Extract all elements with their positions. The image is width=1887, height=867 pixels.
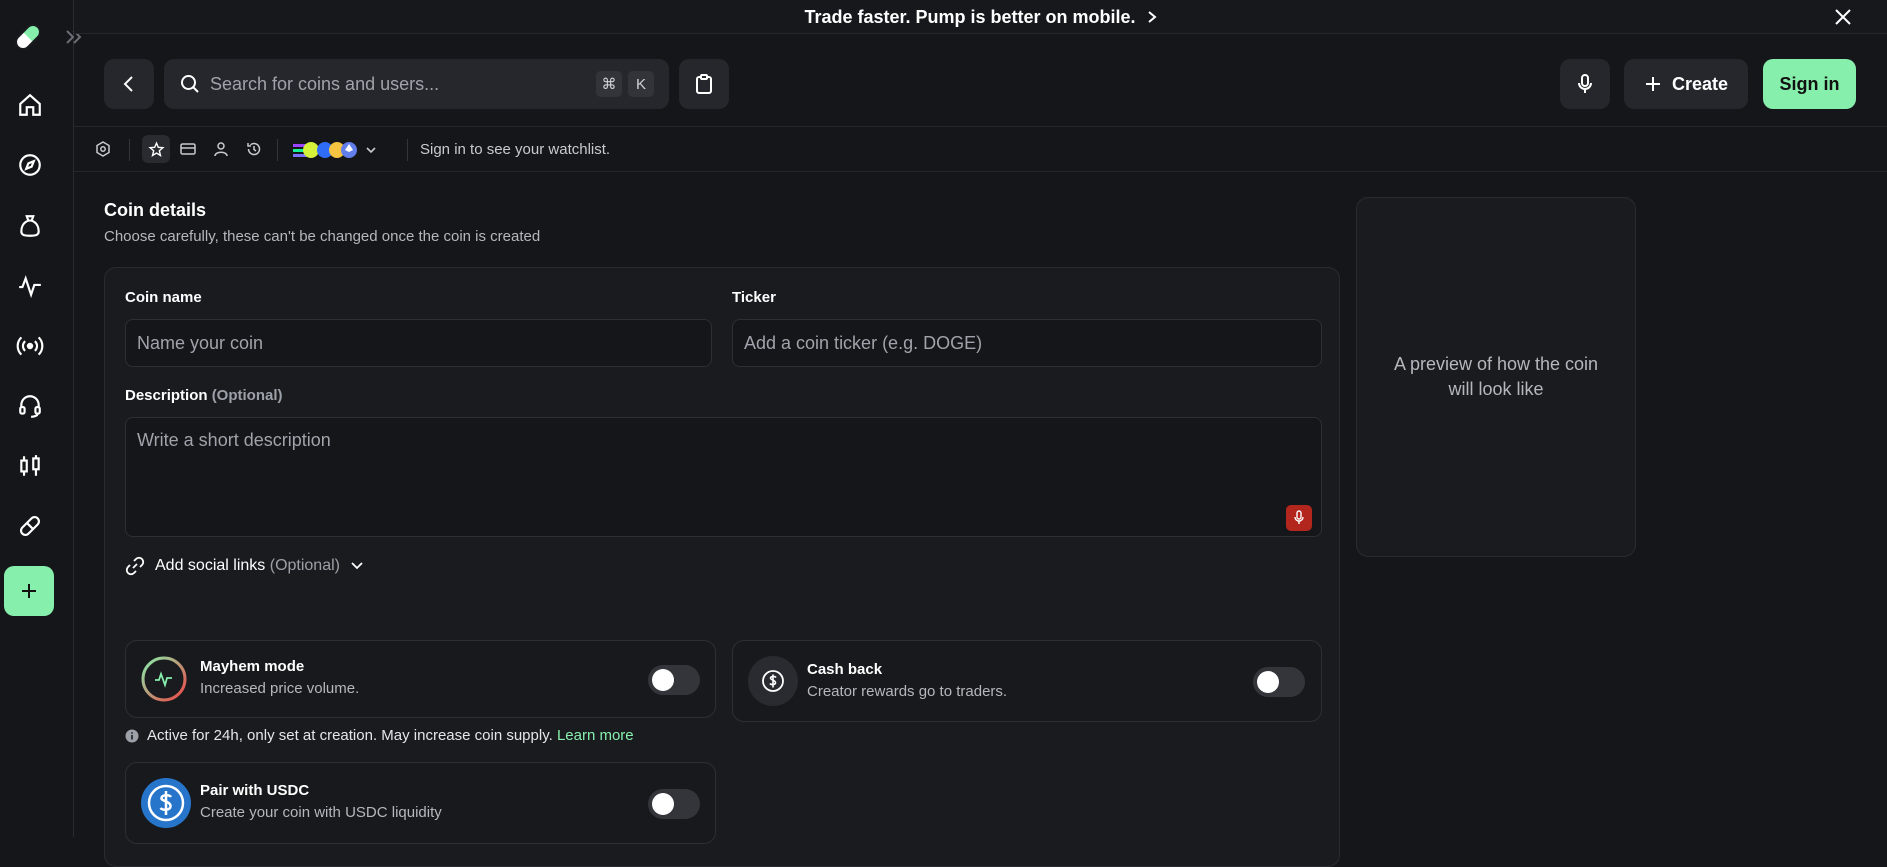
toggle-knob	[652, 669, 674, 691]
info-icon	[125, 729, 139, 742]
search-icon	[180, 74, 200, 99]
main-content: Coin details Choose carefully, these can…	[74, 172, 1887, 867]
optional-tag: (Optional)	[211, 387, 283, 404]
close-icon[interactable]	[1833, 7, 1853, 27]
cash-back-toggle[interactable]	[1253, 667, 1305, 697]
broadcast-icon[interactable]	[14, 330, 46, 362]
description-label: Description (Optional)	[125, 387, 283, 404]
search-input[interactable]	[210, 73, 570, 95]
mayhem-description: Increased price volume.	[200, 680, 360, 697]
mobile-banner[interactable]: Trade faster. Pump is better on mobile.	[74, 0, 1887, 34]
mayhem-icon	[141, 656, 187, 702]
chain-logos-icon	[293, 142, 376, 158]
headset-icon[interactable]	[14, 390, 46, 422]
sign-in-button[interactable]: Sign in	[1763, 59, 1856, 109]
watchlist-message: Sign in to see your watchlist.	[420, 141, 611, 158]
mayhem-toggle[interactable]	[648, 665, 700, 695]
microphone-icon	[1578, 74, 1592, 93]
divider	[129, 139, 130, 161]
ticker-input[interactable]	[732, 319, 1322, 367]
coin-name-input[interactable]	[125, 319, 712, 367]
money-bag-icon[interactable]	[14, 210, 46, 242]
create-coin-button[interactable]	[4, 566, 54, 616]
shortcut-cmd-key: ⌘	[596, 71, 622, 97]
home-icon[interactable]	[14, 89, 46, 121]
star-icon[interactable]	[142, 135, 170, 163]
coin-preview-panel: A preview of how the coin will look like	[1356, 197, 1636, 557]
chevron-left-icon	[123, 76, 133, 92]
shortcut-k-key: K	[628, 71, 654, 97]
cash-back-title: Cash back	[807, 661, 883, 678]
candlestick-icon[interactable]	[14, 450, 46, 482]
chevron-down-icon	[351, 562, 363, 570]
settings-icon[interactable]	[91, 137, 115, 161]
optional-tag: (Optional)	[269, 557, 340, 574]
toggle-knob	[1257, 671, 1279, 693]
usdc-icon	[141, 778, 191, 828]
mayhem-mode-card: Mayhem mode Increased price volume.	[125, 640, 716, 718]
usdc-description: Create your coin with USDC liquidity	[200, 804, 442, 821]
create-label: Create	[1671, 73, 1729, 94]
chevron-right-icon	[1147, 8, 1157, 29]
user-icon[interactable]	[209, 137, 233, 161]
clipboard-icon	[696, 74, 712, 94]
back-button[interactable]	[104, 59, 154, 109]
sidebar	[0, 0, 82, 837]
coin-form: Coin name Ticker Description (Optional) …	[104, 267, 1340, 867]
watchlist-bar: Sign in to see your watchlist.	[74, 127, 1887, 172]
chain-selector[interactable]	[291, 139, 381, 161]
mayhem-title: Mayhem mode	[200, 658, 305, 675]
link-icon	[125, 556, 145, 576]
top-bar: ⌘ K Create Sign in	[74, 34, 1887, 127]
banner-text[interactable]: Trade faster. Pump is better on mobile.	[74, 7, 1887, 29]
description-textarea[interactable]	[125, 417, 1322, 537]
divider	[407, 139, 408, 161]
mail-icon[interactable]	[176, 137, 200, 161]
create-button[interactable]: Create	[1624, 59, 1748, 109]
dollar-icon	[748, 656, 798, 706]
mayhem-info-text: Active for 24h, only set at creation. Ma…	[147, 727, 634, 744]
microphone-icon	[1294, 510, 1304, 524]
pill-icon[interactable]	[14, 510, 46, 542]
social-links-toggle[interactable]: Add social links (Optional)	[125, 556, 364, 576]
toggle-knob	[652, 793, 674, 815]
page-subtitle: Choose carefully, these can't be changed…	[104, 228, 541, 245]
activity-icon[interactable]	[14, 270, 46, 302]
learn-more-link[interactable]: Learn more	[557, 727, 634, 744]
usdc-title: Pair with USDC	[200, 782, 310, 799]
page-title: Coin details	[104, 200, 207, 220]
history-icon[interactable]	[242, 137, 266, 161]
cash-back-description: Creator rewards go to traders.	[807, 683, 1008, 700]
compass-icon[interactable]	[14, 149, 46, 181]
usdc-toggle[interactable]	[648, 789, 700, 819]
voice-button[interactable]	[1560, 59, 1610, 109]
mayhem-info: Active for 24h, only set at creation. Ma…	[125, 727, 634, 744]
pump-logo-icon[interactable]	[10, 19, 46, 55]
cash-back-card: Cash back Creator rewards go to traders.	[732, 640, 1322, 722]
divider	[277, 139, 278, 161]
ticker-label: Ticker	[732, 289, 776, 306]
voice-input-button[interactable]	[1286, 505, 1312, 531]
plus-icon	[1645, 77, 1660, 91]
search-bar[interactable]: ⌘ K	[164, 59, 669, 109]
social-links-label: Add social links (Optional)	[155, 557, 340, 574]
sign-in-label: Sign in	[1779, 73, 1840, 94]
usdc-pair-card: Pair with USDC Create your coin with USD…	[125, 762, 716, 844]
clipboard-button[interactable]	[679, 59, 729, 109]
preview-text: A preview of how the coin will look like	[1393, 354, 1599, 399]
coin-name-label: Coin name	[125, 289, 202, 306]
